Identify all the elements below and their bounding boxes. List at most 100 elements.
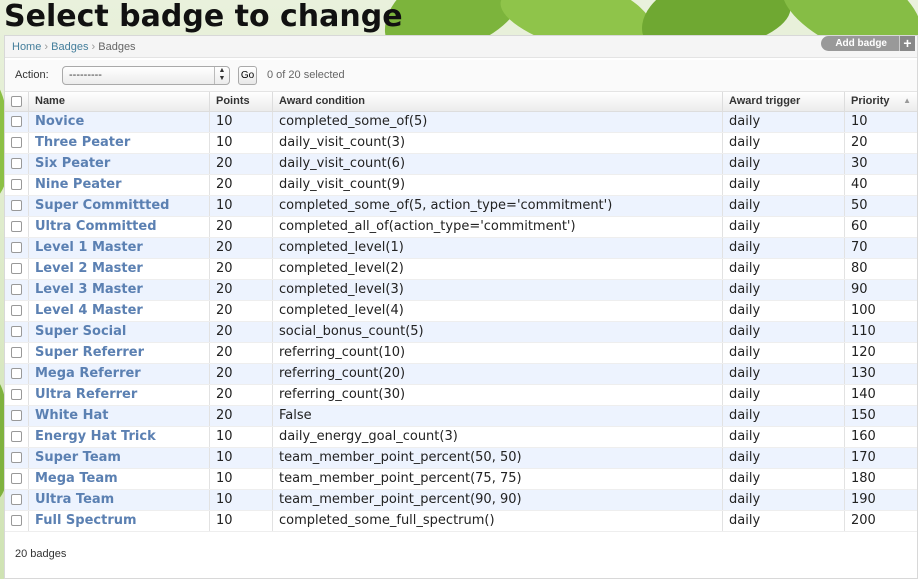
breadcrumb: Home › Badges › Badges [5, 36, 917, 58]
row-checkbox[interactable] [11, 263, 22, 274]
name-cell: Mega Referrer [28, 363, 210, 385]
row-select-cell [5, 195, 29, 217]
select-all-checkbox[interactable] [11, 95, 22, 107]
name-cell: Level 3 Master [28, 279, 210, 301]
row-checkbox[interactable] [11, 326, 22, 337]
award-trigger-cell: daily [722, 426, 845, 448]
priority-cell: 110 [844, 321, 917, 343]
award-trigger-cell: daily [722, 132, 845, 154]
award-condition-cell: social_bonus_count(5) [272, 321, 723, 343]
name-cell: Novice [28, 111, 210, 133]
row-select-cell [5, 111, 29, 133]
column-header-award-trigger[interactable]: Award trigger [722, 92, 845, 112]
badge-name-link[interactable]: Level 4 Master [35, 303, 143, 318]
badge-name-link[interactable]: White Hat [35, 408, 108, 423]
row-checkbox[interactable] [11, 473, 22, 484]
badge-name-link[interactable]: Six Peater [35, 156, 110, 171]
changelist-panel: Home › Badges › Badges Add badge + Actio… [4, 35, 918, 579]
actions-bar: Action: --------- ▲ ▼ Go 0 of 20 selected [5, 60, 917, 92]
points-cell: 20 [209, 237, 273, 259]
row-checkbox[interactable] [11, 515, 22, 526]
points-cell: 20 [209, 216, 273, 238]
priority-cell: 50 [844, 195, 917, 217]
plus-icon[interactable]: + [899, 36, 915, 51]
row-checkbox[interactable] [11, 452, 22, 463]
column-header-points[interactable]: Points [209, 92, 273, 112]
row-select-cell [5, 132, 29, 154]
priority-cell: 120 [844, 342, 917, 364]
column-header-name[interactable]: Name [28, 92, 210, 112]
badge-name-link[interactable]: Ultra Committed [35, 219, 157, 234]
table-body: Novice 10 completed_some_of(5) daily 10 Three… [5, 111, 917, 532]
row-checkbox[interactable] [11, 305, 22, 316]
column-header-priority[interactable]: Priority ▲ [844, 92, 917, 112]
breadcrumb-app-link[interactable]: Badges [51, 41, 88, 53]
badge-name-link[interactable]: Ultra Referrer [35, 387, 137, 402]
table-header-row: Name Points Award condition Award trigge… [5, 92, 917, 112]
badge-name-link[interactable]: Level 1 Master [35, 240, 143, 255]
row-checkbox[interactable] [11, 221, 22, 232]
points-cell: 20 [209, 174, 273, 196]
badge-name-link[interactable]: Level 2 Master [35, 261, 143, 276]
table-row: Novice 10 completed_some_of(5) daily 10 [5, 111, 917, 133]
priority-cell: 170 [844, 447, 917, 469]
row-checkbox[interactable] [11, 368, 22, 379]
badge-name-link[interactable]: Super Referrer [35, 345, 144, 360]
table-row: Mega Referrer 20 referring_count(20) daily 1… [5, 363, 917, 385]
row-select-cell [5, 174, 29, 196]
table-row: Level 4 Master 20 completed_level(4) daily 1… [5, 300, 917, 322]
priority-cell: 40 [844, 174, 917, 196]
sort-ascending-icon[interactable]: ▲ [903, 96, 911, 105]
badge-name-link[interactable]: Mega Referrer [35, 366, 141, 381]
badge-name-link[interactable]: Ultra Team [35, 492, 114, 507]
award-condition-cell: completed_all_of(action_type='commitment… [272, 216, 723, 238]
award-trigger-cell: daily [722, 237, 845, 259]
row-checkbox[interactable] [11, 200, 22, 211]
name-cell: Super Committted [28, 195, 210, 217]
table-row: Level 1 Master 20 completed_level(1) daily 7… [5, 237, 917, 259]
name-cell: Level 2 Master [28, 258, 210, 280]
row-checkbox[interactable] [11, 179, 22, 190]
name-cell: Mega Team [28, 468, 210, 490]
action-select[interactable]: --------- ▲ ▼ [62, 66, 230, 85]
add-badge-button[interactable]: Add badge + [821, 36, 915, 51]
row-checkbox[interactable] [11, 116, 22, 127]
column-header-award-condition[interactable]: Award condition [272, 92, 723, 112]
badge-name-link[interactable]: Level 3 Master [35, 282, 143, 297]
row-checkbox[interactable] [11, 389, 22, 400]
badge-name-link[interactable]: Three Peater [35, 135, 130, 150]
badge-name-link[interactable]: Super Committted [35, 198, 169, 213]
row-checkbox[interactable] [11, 410, 22, 421]
row-select-cell [5, 447, 29, 469]
badge-name-link[interactable]: Mega Team [35, 471, 118, 486]
go-button[interactable]: Go [238, 66, 257, 85]
row-checkbox[interactable] [11, 158, 22, 169]
points-cell: 10 [209, 132, 273, 154]
row-checkbox[interactable] [11, 137, 22, 148]
award-trigger-cell: daily [722, 111, 845, 133]
breadcrumb-home-link[interactable]: Home [12, 41, 41, 53]
award-condition-cell: daily_energy_goal_count(3) [272, 426, 723, 448]
row-checkbox[interactable] [11, 347, 22, 358]
badge-name-link[interactable]: Nine Peater [35, 177, 122, 192]
priority-cell: 30 [844, 153, 917, 175]
row-checkbox[interactable] [11, 494, 22, 505]
row-checkbox[interactable] [11, 431, 22, 442]
row-checkbox[interactable] [11, 284, 22, 295]
points-cell: 10 [209, 195, 273, 217]
badge-name-link[interactable]: Super Team [35, 450, 121, 465]
row-checkbox[interactable] [11, 242, 22, 253]
badge-name-link[interactable]: Novice [35, 114, 84, 129]
award-trigger-cell: daily [722, 405, 845, 427]
badge-name-link[interactable]: Full Spectrum [35, 513, 137, 528]
add-badge-label[interactable]: Add badge [821, 36, 899, 51]
badge-name-link[interactable]: Energy Hat Trick [35, 429, 156, 444]
badge-name-link[interactable]: Super Social [35, 324, 126, 339]
row-select-cell [5, 279, 29, 301]
name-cell: Ultra Team [28, 489, 210, 511]
row-select-cell [5, 489, 29, 511]
table-row: White Hat 20 False daily 150 [5, 405, 917, 427]
points-cell: 10 [209, 510, 273, 532]
paginator: 20 badges [15, 548, 67, 560]
breadcrumb-separator: › [91, 41, 96, 53]
